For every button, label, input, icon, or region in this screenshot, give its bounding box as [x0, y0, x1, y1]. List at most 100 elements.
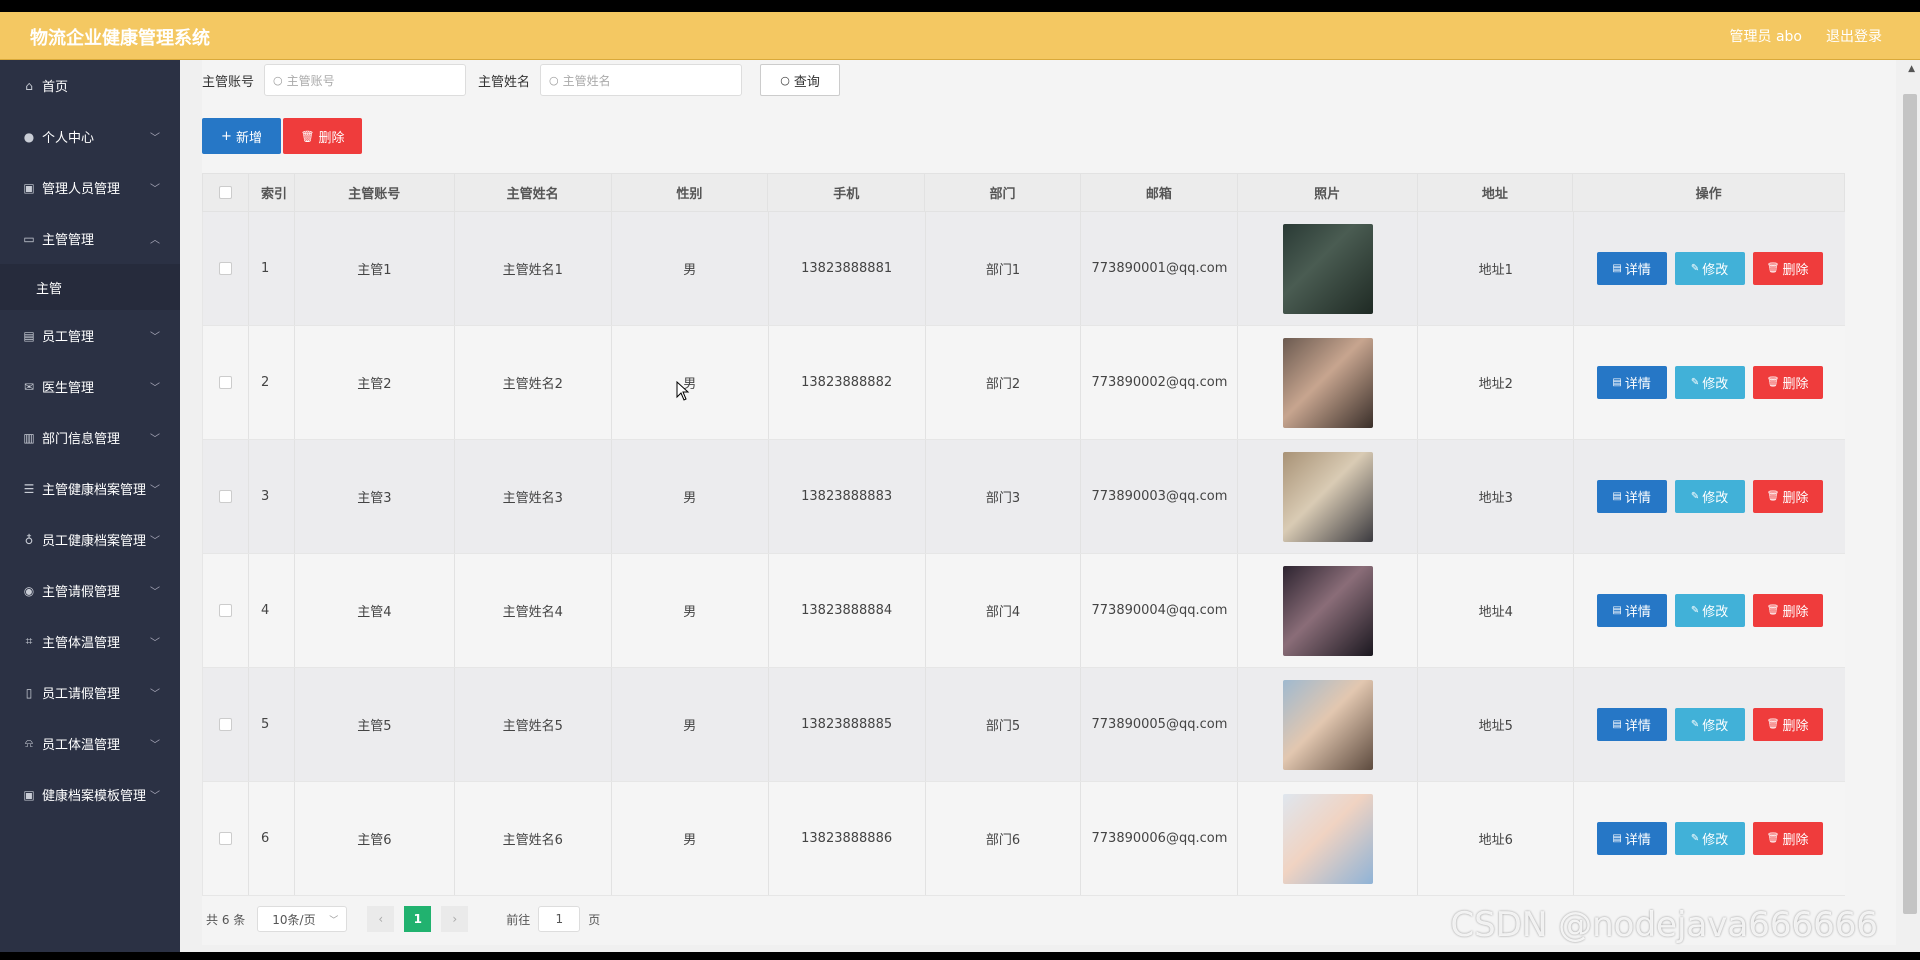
avatar-photo[interactable]	[1282, 451, 1373, 542]
edit-icon: ✎	[1690, 491, 1700, 502]
edit-button[interactable]: ✎ 修改	[1674, 252, 1745, 285]
chevron-down-icon: ﹀	[150, 434, 160, 445]
next-page-button[interactable]: ›	[441, 906, 469, 932]
sidebar-item-employee-leave[interactable]: ▯ 员工请假管理 ﹀	[0, 667, 180, 718]
page-size-select[interactable]: 10条/页 ﹀	[257, 906, 348, 932]
avatar-photo[interactable]	[1282, 679, 1373, 770]
top-header: 物流企业健康管理系统 管理员 abo 退出登录	[0, 12, 1920, 60]
watermark: CSDN @nodejava666666	[1450, 905, 1878, 945]
sidebar-item-employee-health[interactable]: ♁ 员工健康档案管理 ﹀	[0, 514, 180, 565]
cell-photo	[1238, 326, 1419, 439]
plus-icon: +	[221, 128, 232, 144]
delete-button-label: 删除	[1782, 491, 1809, 506]
sidebar-item-personal[interactable]: ● 个人中心 ﹀	[0, 111, 180, 162]
row-checkbox[interactable]	[218, 718, 232, 731]
sidebar-item-supervisor-temperature[interactable]: ⌗ 主管体温管理 ﹀	[0, 616, 180, 667]
page-number-1[interactable]: 1	[404, 906, 432, 932]
row-checkbox[interactable]	[218, 262, 232, 275]
delete-button[interactable]: 🗑 删除	[1752, 594, 1823, 627]
avatar-photo[interactable]	[1282, 223, 1373, 314]
cell-phone: 13823888884	[769, 554, 926, 667]
header-email: 邮箱	[1081, 174, 1238, 211]
prev-page-button[interactable]: ‹	[367, 906, 395, 932]
edit-button[interactable]: ✎ 修改	[1674, 480, 1745, 513]
sidebar-item-label: 部门信息管理	[42, 432, 121, 447]
sidebar-subitem-label: 主管	[36, 281, 63, 297]
sidebar-item-health-templates[interactable]: ▣ 健康档案模板管理 ﹀	[0, 769, 180, 820]
sidebar: ⌂ 首页 ● 个人中心 ﹀ ▣ 管理人员管理 ﹀ ▭ 主管管理 ︿ 主管 ▤ 员…	[0, 60, 180, 952]
header-department: 部门	[925, 174, 1081, 211]
sidebar-item-supervisor-leave[interactable]: ◉ 主管请假管理 ﹀	[0, 565, 180, 616]
chevron-down-icon: ﹀	[150, 184, 160, 195]
select-all-checkbox[interactable]	[218, 186, 232, 199]
name-search-input[interactable]: ○ 主管姓名	[540, 64, 743, 96]
cell-email: 773890001@qq.com	[1081, 212, 1239, 325]
scrollbar-thumb[interactable]	[1903, 94, 1917, 914]
cell-photo	[1238, 668, 1419, 781]
sidebar-item-home[interactable]: ⌂ 首页	[0, 60, 180, 111]
sidebar-item-employee-temperature[interactable]: ⍾ 员工体温管理 ﹀	[0, 718, 180, 769]
page-scrollbar[interactable]: ▲	[1900, 60, 1920, 952]
edit-icon: ✎	[1690, 719, 1700, 730]
avatar-photo[interactable]	[1282, 337, 1373, 428]
account-search-label: 主管账号	[202, 74, 255, 90]
edit-button-label: 修改	[1702, 377, 1729, 392]
cell-address: 地址2	[1418, 326, 1575, 439]
goto-page-input[interactable]: 1	[538, 906, 581, 932]
row-checkbox[interactable]	[218, 490, 232, 503]
detail-button[interactable]: ▤ 详情	[1596, 480, 1667, 513]
header-name: 主管姓名	[455, 174, 612, 211]
name-search-label: 主管姓名	[478, 74, 531, 90]
detail-button[interactable]: ▤ 详情	[1596, 366, 1667, 399]
delete-button[interactable]: 🗑 删除	[1752, 366, 1823, 399]
detail-button[interactable]: ▤ 详情	[1596, 708, 1667, 741]
delete-button-label: 删除	[1782, 377, 1809, 392]
sidebar-item-doctors[interactable]: ✉ 医生管理 ﹀	[0, 361, 180, 412]
delete-button[interactable]: 🗑 删除	[1752, 822, 1823, 855]
avatar-photo[interactable]	[1282, 565, 1373, 656]
sidebar-item-admins[interactable]: ▣ 管理人员管理 ﹀	[0, 162, 180, 213]
avatar-photo[interactable]	[1282, 793, 1373, 884]
add-button[interactable]: + 新增	[202, 118, 281, 154]
sidebar-item-supervisors[interactable]: ▭ 主管管理 ︿	[0, 213, 180, 264]
query-button[interactable]: ○ 查询	[760, 64, 841, 96]
edit-button[interactable]: ✎ 修改	[1674, 708, 1745, 741]
sidebar-subitem-supervisor[interactable]: 主管	[0, 264, 180, 310]
detail-button[interactable]: ▤ 详情	[1596, 822, 1667, 855]
supervisor-table: 索引 主管账号 主管姓名 性别 手机 部门 邮箱 照片 地址 操作 1 主管1 主管…	[202, 173, 1845, 896]
sidebar-item-label: 主管请假管理	[42, 585, 121, 600]
sidebar-item-employees[interactable]: ▤ 员工管理 ﹀	[0, 310, 180, 361]
chevron-down-icon: ﹀	[150, 383, 160, 394]
cell-account: 主管1	[295, 212, 455, 325]
row-checkbox[interactable]	[218, 604, 232, 617]
delete-button[interactable]: 🗑 删除	[1752, 252, 1823, 285]
row-checkbox[interactable]	[218, 376, 232, 389]
table-row: 3 主管3 主管姓名3 男 13823888883 部门3 773890003@qq.com…	[202, 440, 1845, 554]
delete-button-label: 删除	[1782, 263, 1809, 278]
cell-sex: 男	[612, 440, 769, 553]
trash-icon: 🗑	[1766, 833, 1780, 844]
sidebar-item-supervisor-health[interactable]: ☰ 主管健康档案管理 ﹀	[0, 463, 180, 514]
edit-button[interactable]: ✎ 修改	[1674, 366, 1745, 399]
chevron-down-icon: ﹀	[150, 536, 160, 547]
document-icon: ▤	[1612, 605, 1622, 616]
logout-link[interactable]: 退出登录	[1826, 26, 1882, 46]
delete-button[interactable]: 🗑 删除	[1752, 480, 1823, 513]
current-user: 管理员 abo	[1729, 29, 1802, 45]
scroll-up-icon[interactable]: ▲	[1908, 64, 1915, 74]
edit-button[interactable]: ✎ 修改	[1674, 594, 1745, 627]
page-size-value: 10条/页	[272, 912, 316, 927]
sidebar-item-departments[interactable]: ▥ 部门信息管理 ﹀	[0, 412, 180, 463]
phone-icon: ▯	[25, 685, 33, 700]
batch-delete-button[interactable]: 🗑 删除	[283, 118, 362, 154]
detail-button[interactable]: ▤ 详情	[1596, 594, 1667, 627]
row-checkbox[interactable]	[218, 832, 232, 845]
cell-account: 主管2	[295, 326, 455, 439]
account-search-input[interactable]: ○ 主管账号	[264, 64, 467, 96]
detail-button[interactable]: ▤ 详情	[1596, 252, 1667, 285]
bell-off-icon: ⍾	[25, 736, 33, 750]
goto-label: 前往	[506, 912, 531, 927]
edit-button[interactable]: ✎ 修改	[1674, 822, 1745, 855]
delete-button[interactable]: 🗑 删除	[1752, 708, 1823, 741]
home-icon: ⌂	[25, 78, 33, 93]
